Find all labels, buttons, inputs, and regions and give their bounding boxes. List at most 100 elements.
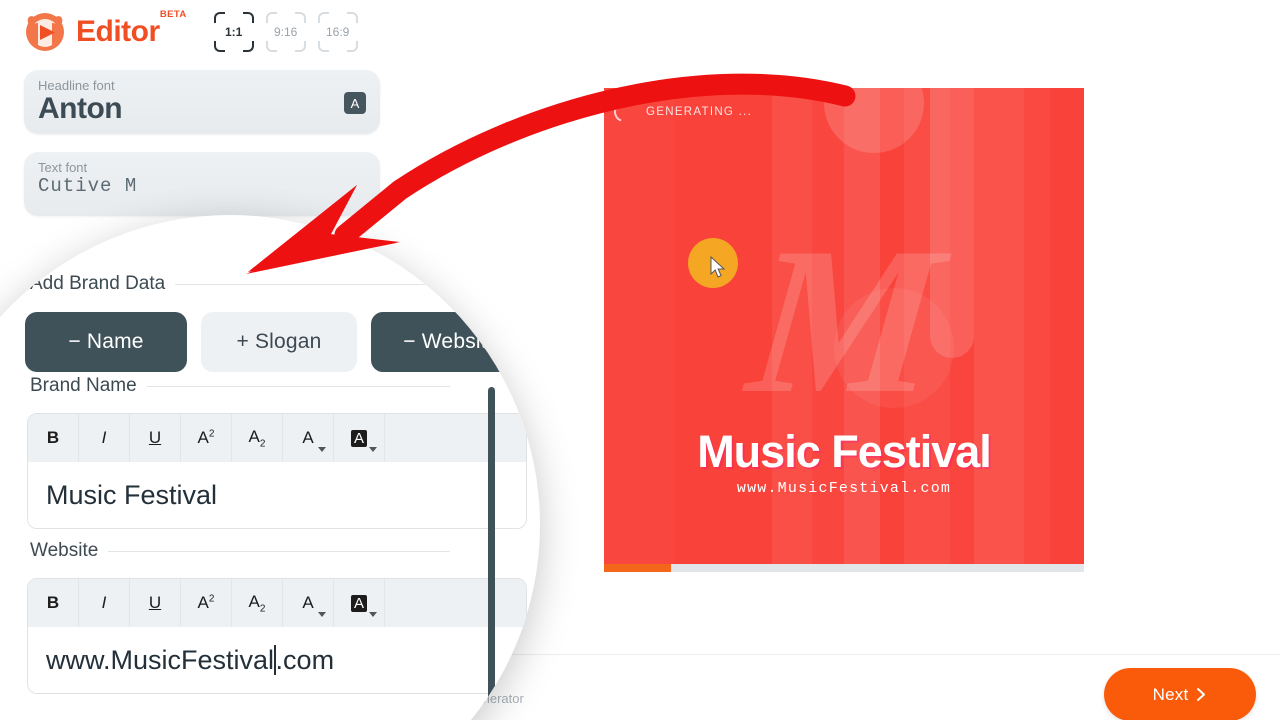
- brand-button-name-label: − Name: [68, 330, 144, 353]
- headline-font-row[interactable]: Headline font Anton A: [24, 70, 380, 134]
- website-value-before-caret: www.MusicFestival: [46, 644, 275, 675]
- bracket-corner-icon: [346, 12, 358, 23]
- website-header: Website: [30, 540, 450, 562]
- superscript-button[interactable]: A2: [181, 579, 232, 627]
- bracket-corner-icon: [317, 41, 329, 52]
- headline-font-caption: Headline font: [38, 78, 115, 93]
- superscript-icon: A2: [197, 593, 215, 612]
- brand-button-slogan[interactable]: + Slogan: [201, 312, 357, 372]
- header-rule: [175, 283, 450, 285]
- header-rule: [146, 385, 450, 387]
- loading-spinner-icon: [610, 98, 638, 126]
- brand-name-editor[interactable]: B I U A2 A2 A A Music Festival: [27, 413, 527, 529]
- italic-icon: I: [101, 593, 107, 612]
- ratio-label: 1:1: [225, 25, 243, 39]
- bracket-corner-icon: [294, 41, 306, 52]
- subscript-button[interactable]: A2: [232, 579, 283, 627]
- website-input[interactable]: www.MusicFestival .com: [28, 627, 526, 693]
- ratio-button-9-16[interactable]: 9:16: [265, 12, 306, 52]
- text-color-button[interactable]: A: [283, 414, 334, 462]
- bracket-corner-icon: [242, 12, 254, 23]
- generation-progress-bar: [604, 564, 1084, 572]
- app-logo[interactable]: Editor BETA: [22, 9, 186, 55]
- subscript-icon: A2: [248, 426, 266, 450]
- bold-button[interactable]: B: [28, 414, 79, 462]
- italic-button[interactable]: I: [79, 414, 130, 462]
- poster-canvas[interactable]: M GENERATING ... Music Festival www.Musi…: [604, 88, 1084, 564]
- superscript-button[interactable]: A2: [181, 414, 232, 462]
- website-toolbar: B I U A2 A2 A A: [28, 579, 526, 627]
- text-font-row[interactable]: Text font Cutive M: [24, 152, 380, 216]
- generating-status: GENERATING ...: [610, 98, 753, 126]
- brand-name-label: Brand Name: [30, 375, 137, 396]
- bracket-corner-icon: [265, 12, 277, 23]
- ratio-label: 16:9: [325, 25, 350, 39]
- italic-icon: I: [101, 428, 107, 447]
- subscript-icon: A2: [248, 591, 266, 615]
- ratio-button-1-1[interactable]: 1:1: [213, 12, 254, 52]
- highlight-color-icon: A: [350, 429, 367, 447]
- poster-url: www.MusicFestival.com: [736, 480, 952, 497]
- panel-scrollbar[interactable]: [488, 387, 495, 720]
- brand-name-header: Brand Name: [30, 375, 450, 397]
- underline-icon: U: [148, 593, 162, 612]
- add-brand-data-header: Add Brand Data: [30, 273, 450, 295]
- highlight-color-button[interactable]: A: [334, 579, 385, 627]
- brand-name-input[interactable]: Music Festival: [28, 462, 526, 528]
- bracket-corner-icon: [242, 41, 254, 52]
- underline-button[interactable]: U: [130, 414, 181, 462]
- next-button-label: Next: [1152, 684, 1189, 704]
- underline-button[interactable]: U: [130, 579, 181, 627]
- subscript-button[interactable]: A2: [232, 414, 283, 462]
- bracket-corner-icon: [213, 12, 225, 23]
- bracket-corner-icon: [265, 41, 277, 52]
- brand-button-website-label: − Website: [403, 330, 499, 353]
- bracket-corner-icon: [294, 12, 306, 23]
- lion-play-logo-icon: [22, 9, 68, 55]
- magnified-brand-panel: Add Brand Data − Name + Slogan − Website…: [0, 215, 540, 720]
- website-label: Website: [30, 540, 99, 561]
- bold-icon: B: [46, 428, 60, 447]
- brand-data-buttons: − Name + Slogan − Website: [25, 312, 535, 372]
- next-button[interactable]: Next: [1104, 668, 1256, 720]
- magnifier-lens: Add Brand Data − Name + Slogan − Website…: [0, 215, 540, 720]
- brand-name-toolbar: B I U A2 A2 A A: [28, 414, 526, 462]
- highlight-color-button[interactable]: A: [334, 414, 385, 462]
- poster-blob-circle: [834, 288, 954, 408]
- poster-title: Music Festival: [697, 426, 992, 477]
- add-brand-data-label: Add Brand Data: [30, 273, 166, 294]
- beta-badge: BETA: [159, 9, 187, 20]
- bold-icon: B: [46, 593, 60, 612]
- website-editor[interactable]: B I U A2 A2 A A www.MusicFestival .com: [27, 578, 527, 694]
- top-bar: Editor BETA 1:1 9:16 16:9: [0, 0, 1280, 64]
- headline-font-a-icon[interactable]: A: [344, 92, 366, 114]
- app-root: Editor BETA 1:1 9:16 16:9 Headline font …: [0, 0, 1280, 720]
- text-color-button[interactable]: A: [283, 579, 334, 627]
- chevron-down-icon: [318, 612, 326, 617]
- highlight-color-icon: A: [350, 594, 367, 612]
- aspect-ratio-group: 1:1 9:16 16:9: [213, 12, 358, 52]
- chevron-right-icon: [1197, 688, 1206, 701]
- brand-name-value: Music Festival: [46, 479, 218, 510]
- text-color-icon: A: [302, 593, 314, 612]
- bracket-corner-icon: [346, 41, 358, 52]
- brand-button-name[interactable]: − Name: [25, 312, 187, 372]
- underline-icon: U: [148, 428, 162, 447]
- text-color-icon: A: [302, 428, 314, 447]
- chevron-down-icon: [318, 447, 326, 452]
- headline-font-value: Anton: [38, 92, 123, 125]
- ratio-button-16-9[interactable]: 16:9: [317, 12, 358, 52]
- mouse-pointer-icon: [710, 256, 726, 278]
- chevron-down-icon: [369, 612, 377, 617]
- italic-button[interactable]: I: [79, 579, 130, 627]
- superscript-icon: A2: [197, 428, 215, 447]
- bold-button[interactable]: B: [28, 579, 79, 627]
- brand-button-slogan-label: + Slogan: [236, 330, 322, 353]
- brand-button-website[interactable]: − Website: [371, 312, 531, 372]
- bracket-corner-icon: [213, 41, 225, 52]
- ratio-label: 9:16: [273, 25, 298, 39]
- website-value-after-caret: .com: [275, 644, 335, 675]
- generating-label: GENERATING ...: [646, 106, 753, 118]
